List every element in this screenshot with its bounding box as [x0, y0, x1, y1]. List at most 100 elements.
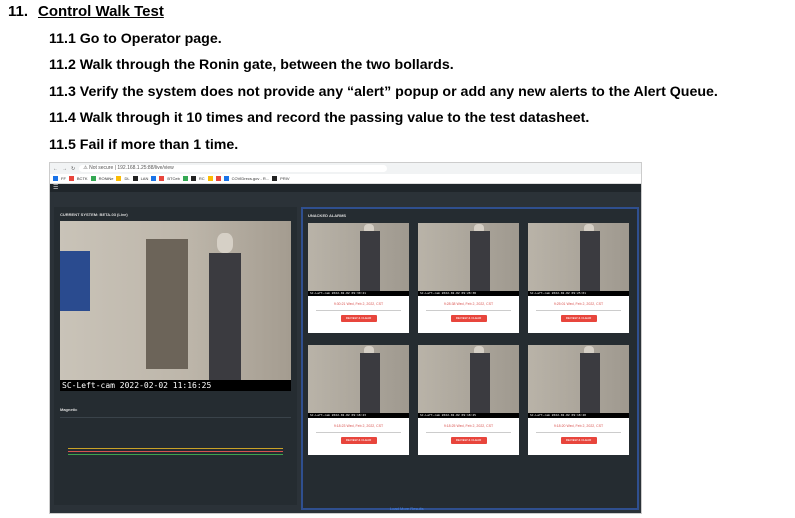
divider	[426, 310, 511, 311]
bookmark-icon	[190, 176, 196, 181]
mannequin-suit	[580, 353, 600, 413]
address-bar: ⚠ Not secure | 192.168.1.25:88/live/view	[79, 165, 388, 172]
step-11-2: 11.2 Walk through the Ronin gate, betwee…	[49, 57, 454, 73]
bookmark-item: DL	[124, 176, 130, 181]
bookmark-icon	[272, 176, 278, 181]
alarm-caption: SC-Left-cam 2022-02-02 09:18:25	[418, 413, 519, 418]
alarm-time: 9:18:25 Wed, Feb 2, 2022, CST	[443, 424, 494, 428]
back-icon: ←	[53, 165, 58, 172]
alarm-time: 9:18:20 Wed, Feb 2, 2022, CST	[553, 424, 604, 428]
alarm-thumbnail	[308, 345, 409, 413]
review-clear-button[interactable]: REVIEW & CLEAR	[450, 437, 487, 444]
alarm-thumbnail	[528, 345, 629, 413]
mannequin-suit	[209, 253, 241, 388]
alarm-thumbnail	[528, 223, 629, 291]
bookmark-icon	[182, 176, 188, 181]
doorway	[146, 239, 188, 369]
bookmark-icon	[207, 176, 213, 181]
unacked-alarms-panel: UNACKED ALARMS SC-Left-cam 2022-02-02 09…	[301, 207, 639, 510]
alarm-time: 9:30:21 Wed, Feb 2, 2022, CST	[333, 302, 384, 306]
live-view-panel: CURRENT SYSTEM: BETA-03 (Live) SC-Left-c…	[54, 207, 297, 505]
bookmark-item: RONiNe	[98, 176, 114, 181]
alarm-thumbnail	[418, 223, 519, 291]
bookmark-icon	[132, 176, 138, 181]
divider	[536, 310, 621, 311]
alarm-card[interactable]: SC-Left-cam 2022-02-02 09:18:23 9:18:23 …	[308, 345, 409, 455]
browser-toolbar: ← → ↻ ⚠ Not secure | 192.168.1.25:88/liv…	[50, 163, 641, 174]
mannequin-suit	[360, 353, 380, 413]
warning-icon: ⚠	[83, 165, 88, 171]
load-more-link[interactable]: Load More Results	[390, 506, 424, 511]
bookmark-item: BTCeb	[167, 176, 180, 181]
address-text: 192.168.1.25:88/live/view	[117, 165, 174, 171]
review-clear-button[interactable]: REVIEW & CLEAR	[340, 315, 377, 322]
magnetic-label: Magnetic	[60, 407, 78, 412]
bookmark-item: FF	[61, 176, 66, 181]
mannequin-suit	[470, 353, 490, 413]
section-title: Control Walk Test	[38, 3, 164, 20]
alarm-thumbnail	[308, 223, 409, 291]
divider	[316, 310, 401, 311]
alarm-thumbnail	[418, 345, 519, 413]
review-clear-button[interactable]: REVIEW & CLEAR	[560, 437, 597, 444]
step-11-3: 11.3 Verify the system does not provide …	[49, 84, 718, 100]
divider	[316, 432, 401, 433]
mannequin-suit	[470, 231, 490, 291]
alarm-time: 9:25:01 Wed, Feb 2, 2022, CST	[553, 302, 604, 306]
alarm-caption: SC-Left-cam 2022-02-02 09:30:21	[308, 291, 409, 296]
alarm-caption: SC-Left-cam 2022-02-02 09:25:01	[528, 291, 629, 296]
magnetic-chart	[60, 417, 291, 488]
review-clear-button[interactable]: REVIEW & CLEAR	[560, 315, 597, 322]
step-11-4: 11.4 Walk through it 10 times and record…	[49, 110, 590, 126]
alarm-card[interactable]: SC-Left-cam 2022-02-02 09:25:01 9:25:01 …	[528, 223, 629, 333]
bookmark-item: RC	[198, 176, 205, 181]
alarm-card[interactable]: SC-Left-cam 2022-02-02 09:30:21 9:30:21 …	[308, 223, 409, 333]
chart-trace	[68, 448, 283, 449]
alarm-caption: SC-Left-cam 2022-02-02 09:18:23	[308, 413, 409, 418]
bookmarks-bar: FF BCTK RONiNe DL LAN BTCeb RC COVIDrecs…	[50, 174, 641, 184]
bookmark-icon	[159, 176, 165, 181]
alarm-caption: SC-Left-cam 2022-02-02 09:18:20	[528, 413, 629, 418]
bookmark-icon	[53, 176, 58, 181]
current-system-label: CURRENT SYSTEM: BETA-03 (Live)	[60, 212, 128, 217]
chart-trace	[68, 451, 283, 452]
section-heading: 11. Control Walk Test	[8, 3, 164, 20]
review-clear-button[interactable]: REVIEW & CLEAR	[450, 315, 487, 322]
storage-bins	[60, 251, 90, 311]
chart-trace	[68, 454, 283, 455]
mannequin-suit	[580, 231, 600, 291]
security-label: Not secure	[89, 165, 114, 171]
mannequin-suit	[360, 231, 380, 291]
bookmark-icon	[223, 176, 229, 181]
divider	[426, 432, 511, 433]
bookmark-item: PRIV	[280, 176, 290, 181]
alarm-time: 9:28:38 Wed, Feb 2, 2022, CST	[443, 302, 494, 306]
bookmark-icon	[68, 176, 74, 181]
mannequin-figure	[205, 233, 245, 388]
app-menu-bar: ☰	[50, 184, 641, 192]
alarm-card[interactable]: SC-Left-cam 2022-02-02 09:18:20 9:18:20 …	[528, 345, 629, 455]
mannequin-head	[217, 233, 233, 253]
unacked-alarms-label: UNACKED ALARMS	[308, 213, 347, 218]
alarm-card[interactable]: SC-Left-cam 2022-02-02 09:28:38 9:28:38 …	[418, 223, 519, 333]
divider	[536, 432, 621, 433]
bookmark-icon	[90, 176, 96, 181]
step-11-1: 11.1 Go to Operator page.	[49, 31, 222, 47]
alarm-time: 9:18:23 Wed, Feb 2, 2022, CST	[333, 424, 384, 428]
reload-icon: ↻	[71, 165, 76, 172]
step-11-5: 11.5 Fail if more than 1 time.	[49, 137, 239, 153]
bookmark-icon	[215, 176, 221, 181]
review-clear-button[interactable]: REVIEW & CLEAR	[340, 437, 377, 444]
alarm-caption: SC-Left-cam 2022-02-02 09:28:38	[418, 291, 519, 296]
forward-icon: →	[62, 165, 67, 172]
bookmark-item: COVIDrecs.gov - R...	[231, 176, 270, 181]
bookmark-icon	[151, 176, 157, 181]
section-number: 11.	[8, 3, 29, 20]
bookmark-item: BCTK	[76, 176, 88, 181]
alarm-card[interactable]: SC-Left-cam 2022-02-02 09:18:25 9:18:25 …	[418, 345, 519, 455]
hamburger-menu-icon: ☰	[53, 185, 59, 191]
embedded-screenshot: ← → ↻ ⚠ Not secure | 192.168.1.25:88/liv…	[49, 162, 642, 514]
bookmark-icon	[116, 176, 122, 181]
bookmark-item: LAN	[140, 176, 149, 181]
live-camera-feed: SC-Left-cam 2022-02-02 11:16:25	[60, 221, 291, 391]
